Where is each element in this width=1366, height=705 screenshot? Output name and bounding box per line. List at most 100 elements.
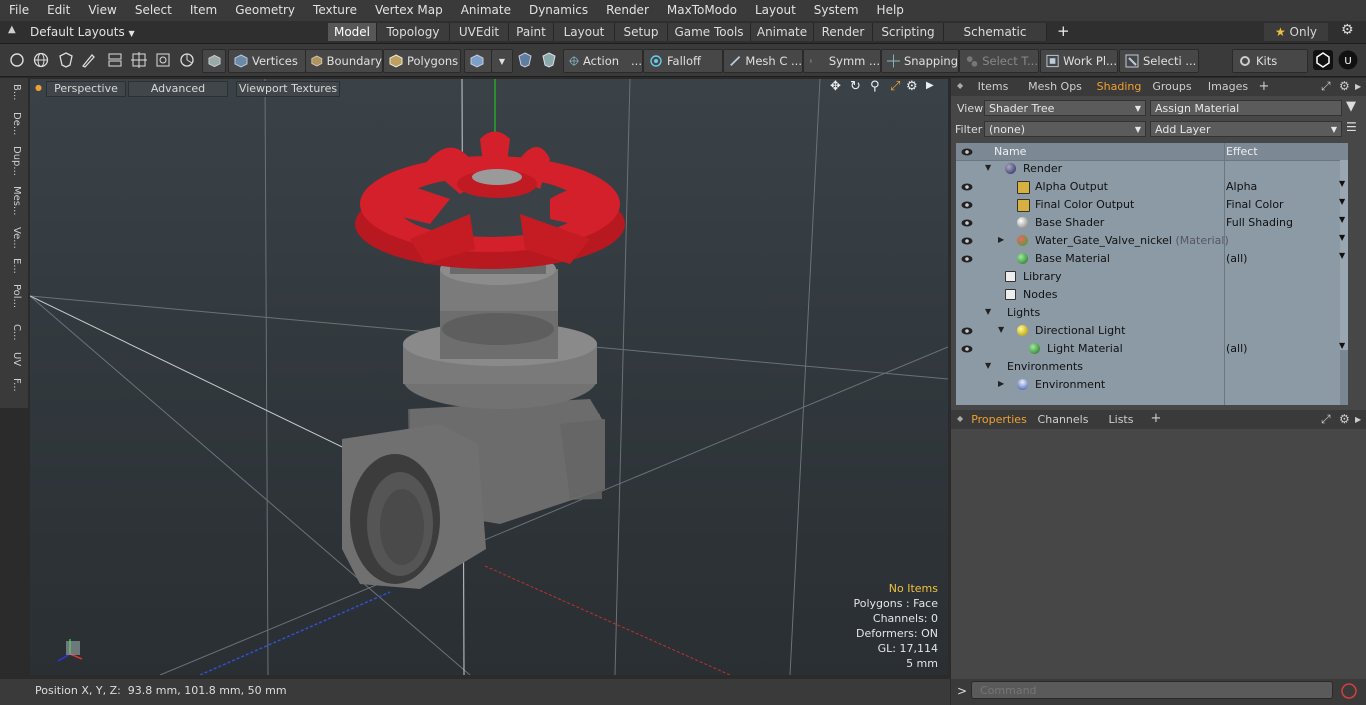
tab-channels[interactable]: Channels	[1035, 412, 1091, 428]
tab-uvedit[interactable]: UVEdit	[450, 23, 509, 41]
tab-mesh-ops[interactable]: Mesh Ops	[1023, 79, 1087, 95]
tree-row-final-color-output[interactable]: Final Color Output Final Color ▼	[956, 196, 1348, 214]
tab-render[interactable]: Render	[814, 23, 873, 41]
pie-icon[interactable]	[178, 51, 196, 69]
tree-row-lights[interactable]: ▼ Lights	[956, 304, 1348, 322]
boundary-button[interactable]: Boundary	[305, 49, 383, 73]
gear-icon[interactable]: ⚙	[1341, 22, 1354, 38]
collapse-icon[interactable]: ▼	[985, 163, 991, 172]
3d-viewport[interactable]: ● Perspective Advanced Viewport Textures…	[30, 79, 948, 675]
tab-lists[interactable]: Lists	[1101, 412, 1141, 428]
chevron-down-icon[interactable]: ▼	[1339, 179, 1345, 188]
left-tab-deform[interactable]: De...	[4, 112, 22, 135]
eye-icon[interactable]	[961, 181, 973, 193]
panel-menu-icon[interactable]: ▶	[1355, 82, 1361, 91]
tab-game-tools[interactable]: Game Tools	[668, 23, 751, 41]
list-options-icon[interactable]: ☰	[1346, 120, 1357, 134]
add-panel-tab-button[interactable]: +	[1257, 79, 1271, 95]
add-properties-tab-button[interactable]: +	[1149, 411, 1163, 427]
chevron-down-icon[interactable]: ▼	[1339, 233, 1345, 242]
grid-center-icon[interactable]	[130, 51, 148, 69]
panel-menu-icon[interactable]: ▶	[1355, 415, 1361, 424]
tab-shading[interactable]: Shading	[1091, 79, 1147, 95]
symmetry-shield-icon[interactable]	[516, 51, 534, 69]
expand-icon[interactable]: ▶	[998, 235, 1004, 244]
menu-maxtomodo[interactable]: MaxToModo	[658, 0, 746, 21]
tab-items[interactable]: Items	[971, 79, 1015, 95]
falloff-button[interactable]: Falloff	[643, 49, 723, 73]
symmetry-button[interactable]: Symm ...	[803, 49, 881, 73]
menu-geometry[interactable]: Geometry	[226, 0, 304, 21]
eye-icon[interactable]	[961, 199, 973, 211]
column-header-effect[interactable]: Effect	[1226, 145, 1258, 158]
kits-button[interactable]: Kits	[1232, 49, 1308, 73]
left-tab-uv[interactable]: UV	[4, 352, 22, 366]
item-mode-button[interactable]	[202, 49, 226, 73]
unity-icon[interactable]	[1313, 50, 1333, 70]
tab-paint[interactable]: Paint	[509, 23, 554, 41]
tab-setup[interactable]: Setup	[615, 23, 668, 41]
menu-file[interactable]: File	[0, 0, 38, 21]
viewport-dot-icon[interactable]: ●	[35, 83, 42, 92]
column-header-name[interactable]: Name	[994, 145, 1026, 158]
eye-icon[interactable]	[961, 325, 973, 337]
vertices-button[interactable]: Vertices	[228, 49, 306, 73]
add-tab-button[interactable]: +	[1057, 22, 1070, 40]
stack-icon[interactable]	[106, 51, 124, 69]
layout-up-icon[interactable]: ▲	[8, 24, 16, 35]
eye-icon[interactable]	[961, 235, 973, 247]
mesh-constraint-button[interactable]: Mesh C ...	[723, 49, 803, 73]
material-dropdown[interactable]: ▼	[491, 49, 513, 73]
menu-item[interactable]: Item	[181, 0, 226, 21]
expand-panel-icon[interactable]: ⤢	[1321, 79, 1331, 94]
left-tab-duplicate[interactable]: Dup...	[4, 146, 22, 176]
expand-panel-icon[interactable]: ⤢	[1321, 412, 1331, 427]
panel-gear-icon[interactable]: ⚙	[1339, 79, 1350, 93]
eye-icon[interactable]	[961, 146, 973, 158]
material-mode-button[interactable]	[464, 49, 492, 73]
menu-help[interactable]: Help	[868, 0, 913, 21]
collapse-icon[interactable]: ▼	[985, 307, 991, 316]
tree-row-base-shader[interactable]: Base Shader Full Shading ▼	[956, 214, 1348, 232]
tab-topology[interactable]: Topology	[377, 23, 450, 41]
menu-layout[interactable]: Layout	[746, 0, 805, 21]
tab-scripting[interactable]: Scripting	[873, 23, 944, 41]
left-tab-edge[interactable]: E...	[4, 258, 22, 274]
tree-row-nodes[interactable]: Nodes	[956, 286, 1348, 304]
circle-select-icon[interactable]	[8, 51, 26, 69]
panel-gear-icon[interactable]: ⚙	[1339, 412, 1350, 426]
filter-funnel-icon[interactable]: ▼	[1346, 99, 1356, 114]
menu-system[interactable]: System	[805, 0, 868, 21]
eye-icon[interactable]	[961, 217, 973, 229]
view-menu-icon[interactable]: ▶	[926, 80, 934, 91]
element-icon[interactable]	[154, 51, 172, 69]
falloff-shield-icon[interactable]	[540, 51, 558, 69]
left-tab-fusion[interactable]: F...	[4, 378, 22, 392]
menu-texture[interactable]: Texture	[304, 0, 366, 21]
tree-row-valve-material[interactable]: ▶ Water_Gate_Valve_nickel (Material) ▼	[956, 232, 1348, 250]
globe-icon[interactable]	[32, 51, 50, 69]
tree-row-environments[interactable]: ▼ Environments	[956, 358, 1348, 376]
layout-select[interactable]: Default Layouts ▼	[30, 23, 135, 41]
tree-row-directional-light[interactable]: ▼ Directional Light	[956, 322, 1348, 340]
chevron-down-icon[interactable]: ▼	[1339, 215, 1345, 224]
eye-icon[interactable]	[961, 343, 973, 355]
chevron-down-icon[interactable]: ▼	[1339, 251, 1345, 260]
zoom-view-icon[interactable]: ⚲	[870, 79, 880, 94]
collapse-icon[interactable]: ▼	[998, 325, 1004, 334]
brush-icon[interactable]	[80, 51, 98, 69]
menu-edit[interactable]: Edit	[38, 0, 79, 21]
eye-icon[interactable]	[961, 253, 973, 265]
tab-animate[interactable]: Animate	[751, 23, 814, 41]
add-layer-select[interactable]: Add Layer ▼	[1150, 121, 1342, 137]
menu-view[interactable]: View	[79, 0, 125, 21]
chevron-down-icon[interactable]: ▼	[1339, 341, 1345, 350]
chevron-down-icon[interactable]: ▼	[1339, 197, 1345, 206]
collapse-icon[interactable]: ▼	[985, 361, 991, 370]
left-tab-curve[interactable]: C...	[4, 324, 22, 341]
left-tab-basic[interactable]: B...	[4, 84, 22, 100]
move-view-icon[interactable]: ✥	[830, 79, 841, 94]
menu-dynamics[interactable]: Dynamics	[520, 0, 597, 21]
polygons-button[interactable]: Polygons	[383, 49, 461, 73]
tab-properties[interactable]: Properties	[971, 412, 1027, 428]
